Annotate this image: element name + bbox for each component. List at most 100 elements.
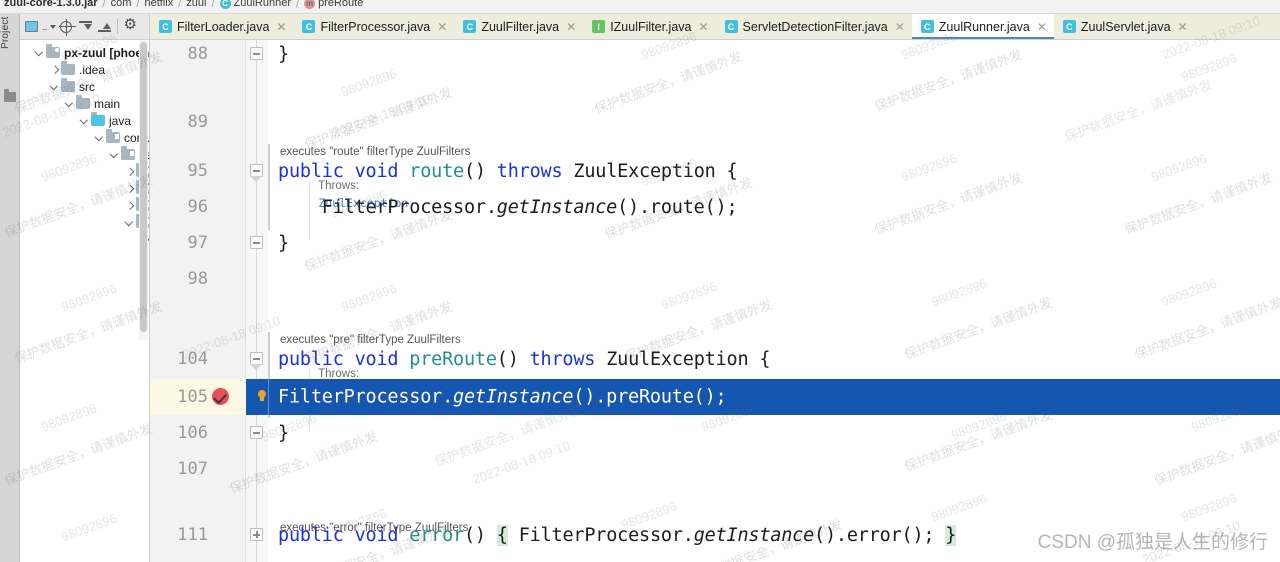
- editor-panel: C FilterLoader.java ✕ C FilterProcessor.…: [150, 14, 1280, 562]
- collapse-all-button[interactable]: [96, 18, 113, 35]
- breadcrumb-item-netflix[interactable]: netflix: [144, 0, 173, 9]
- tab-ServletDetectionFilter[interactable]: C ServletDetectionFilter.java ✕: [716, 14, 912, 39]
- breadcrumb-item-method[interactable]: m preRoute: [304, 0, 363, 9]
- tree-item-ga[interactable]: ga: [20, 146, 149, 163]
- project-tree: px-zuul [phoenix .idea src main: [20, 40, 149, 265]
- gear-icon: [124, 17, 137, 33]
- tab-ZuulServlet[interactable]: C ZuulServlet.java ✕: [1054, 14, 1195, 39]
- module-folder-icon: [46, 44, 60, 58]
- code-text: public void route() throws ZuulException…: [278, 160, 738, 182]
- code-line-88[interactable]: 88 }: [150, 40, 1280, 72]
- close-icon[interactable]: ✕: [1178, 21, 1188, 33]
- breakpoint-verified-icon[interactable]: [212, 388, 229, 405]
- code-keyword: public void: [278, 160, 410, 182]
- expand-all-icon: [78, 20, 92, 33]
- tree-item-java[interactable]: java: [20, 112, 149, 129]
- tab-FilterProcessor[interactable]: C FilterProcessor.java ✕: [293, 14, 454, 39]
- java-class-icon: C: [920, 20, 934, 33]
- close-icon[interactable]: ✕: [895, 21, 905, 33]
- close-icon[interactable]: ✕: [566, 21, 576, 33]
- tree-item-px-zuul[interactable]: px-zuul [phoenix: [20, 44, 149, 61]
- tree-item-label: px-zuul [phoenix: [64, 45, 149, 60]
- code-line-89[interactable]: 89: [150, 104, 1280, 140]
- code-line-98[interactable]: 98: [150, 261, 1280, 297]
- chevron-right-icon[interactable]: [124, 200, 136, 212]
- tool-window-rail: Project: [0, 14, 20, 562]
- breadcrumb-label: preRoute: [318, 0, 364, 9]
- chevron-down-icon[interactable]: [49, 24, 56, 29]
- tab-ZuulFilter[interactable]: C ZuulFilter.java ✕: [454, 14, 583, 39]
- project-tool-window-button[interactable]: Project: [0, 16, 20, 86]
- chevron-down-icon[interactable]: [34, 47, 46, 59]
- fold-marker-icon[interactable]: [250, 426, 263, 439]
- tree-item-src[interactable]: src: [20, 78, 149, 95]
- line-number: 104: [177, 349, 208, 369]
- code-line-95[interactable]: 95 public void route() throws ZuulExcept…: [150, 153, 1280, 189]
- tree-item-pkg-3[interactable]: [20, 197, 149, 214]
- chevron-down-icon[interactable]: [79, 115, 91, 127]
- chevron-down-icon[interactable]: [64, 98, 76, 110]
- chevron-right-icon[interactable]: [124, 183, 136, 195]
- breadcrumb-item-class[interactable]: C ZuulRunner: [219, 0, 291, 9]
- chevron-down-icon[interactable]: [124, 217, 136, 229]
- intention-bulb-icon[interactable]: [255, 390, 269, 404]
- code-expr: ().route();: [617, 196, 738, 218]
- close-icon[interactable]: ✕: [698, 21, 708, 33]
- structure-icon[interactable]: [4, 89, 16, 102]
- breadcrumb-item-com[interactable]: com: [111, 0, 132, 9]
- tree-item-com[interactable]: com.: [20, 129, 149, 146]
- fold-marker-icon[interactable]: [250, 47, 263, 60]
- fold-marker-icon[interactable]: [250, 236, 263, 249]
- code-line-107[interactable]: 107: [150, 451, 1280, 487]
- chevron-right-icon[interactable]: [49, 64, 61, 76]
- line-number: 88: [187, 44, 208, 64]
- code-line-104[interactable]: 104 public void preRoute() throws ZuulEx…: [150, 341, 1280, 377]
- tree-item-pkg-6[interactable]: [20, 248, 149, 265]
- line-number: 106: [177, 423, 208, 443]
- locate-file-button[interactable]: [58, 18, 76, 36]
- tab-FilterLoader[interactable]: C FilterLoader.java ✕: [150, 14, 293, 39]
- chevron-down-icon[interactable]: [109, 149, 121, 161]
- java-class-icon: C: [724, 20, 738, 33]
- code-text: FilterProcessor.getInstance().route();: [278, 196, 738, 218]
- close-icon[interactable]: ✕: [1037, 21, 1047, 33]
- tree-item-pkg-1[interactable]: [20, 163, 149, 180]
- line-number: 105: [177, 387, 208, 407]
- tree-item-main[interactable]: main: [20, 95, 149, 112]
- code-line-96[interactable]: 96 FilterProcessor.getInstance().route()…: [150, 189, 1280, 225]
- selected-line-highlight[interactable]: FilterProcessor.getInstance().preRoute()…: [246, 379, 1280, 415]
- code-text: }: [278, 422, 289, 444]
- breadcrumb-item-jar[interactable]: zuul-core-1.3.0.jar: [4, 0, 98, 9]
- close-icon[interactable]: ✕: [276, 21, 286, 33]
- expand-all-button[interactable]: [77, 18, 94, 35]
- code-line-114[interactable]: 114: [150, 553, 1280, 562]
- chevron-down-icon[interactable]: [94, 132, 106, 144]
- close-icon[interactable]: ✕: [437, 21, 447, 33]
- tree-item-label: .idea: [79, 62, 106, 77]
- code-expr: FilterProcessor.: [278, 386, 454, 408]
- tab-ZuulRunner[interactable]: C ZuulRunner.java ✕: [911, 14, 1054, 39]
- tree-item-pkg-4[interactable]: [20, 214, 149, 231]
- breadcrumb-label: ZuulRunner: [233, 0, 291, 9]
- fold-marker-icon[interactable]: [250, 164, 263, 182]
- code-line-111[interactable]: 111 public void error() { FilterProcesso…: [150, 517, 1280, 553]
- sidebar-scrollbar[interactable]: [139, 40, 148, 340]
- breadcrumb-item-zuul[interactable]: zuul: [186, 0, 206, 9]
- chevron-down-icon[interactable]: [49, 81, 61, 93]
- sidebar-scrollbar-thumb[interactable]: [140, 42, 147, 332]
- fold-marker-icon[interactable]: [250, 528, 263, 541]
- fold-marker-icon[interactable]: [250, 352, 263, 370]
- tree-item-pkg-5[interactable]: [20, 231, 149, 248]
- code-line-106[interactable]: 106 }: [150, 415, 1280, 451]
- tab-IZuulFilter[interactable]: I IZuulFilter.java ✕: [583, 14, 715, 39]
- chevron-right-icon[interactable]: [124, 166, 136, 178]
- code-type: ZuulException {: [562, 160, 738, 182]
- breadcrumb: zuul-core-1.3.0.jar / com / netflix / zu…: [0, 0, 1280, 14]
- settings-button[interactable]: [122, 17, 139, 35]
- tree-item-pkg-2[interactable]: [20, 180, 149, 197]
- code-line-97[interactable]: 97 }: [150, 225, 1280, 261]
- project-view-selector[interactable]: [23, 18, 40, 35]
- tree-item-idea[interactable]: .idea: [20, 61, 149, 78]
- tab-label: IZuulFilter.java: [610, 19, 692, 34]
- code-editor[interactable]: 88 } 89 executes "route" filterType Zuul…: [150, 40, 1280, 562]
